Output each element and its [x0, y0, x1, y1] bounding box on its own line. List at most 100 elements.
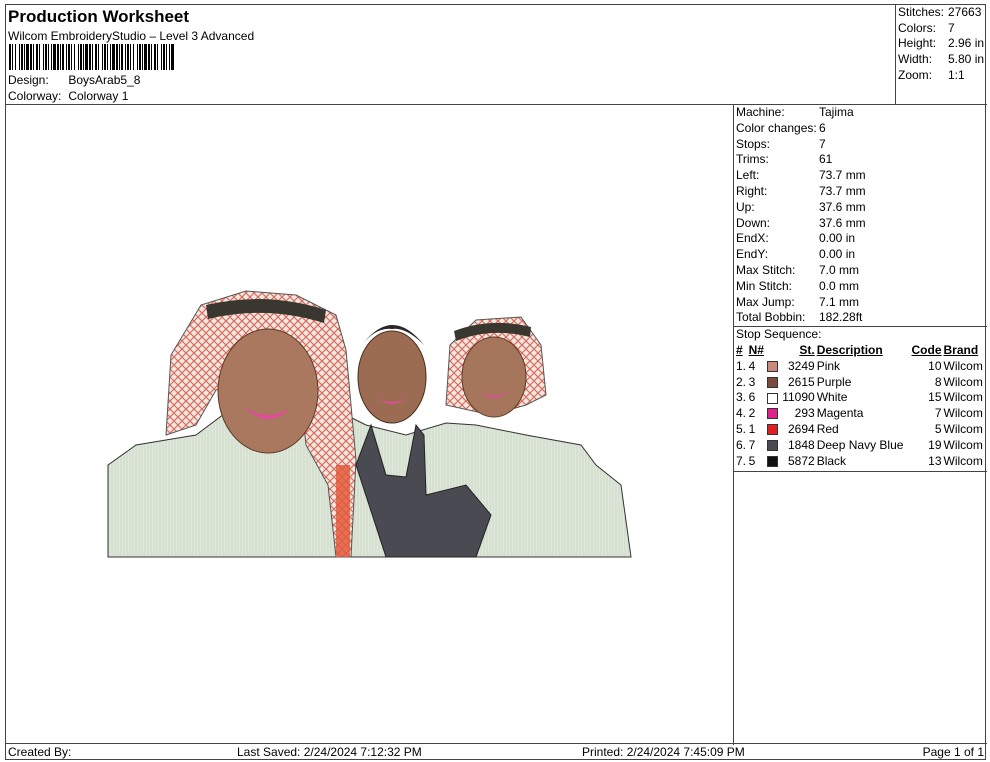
stat-label: Stitches:: [898, 5, 945, 19]
col-header-n: N#: [748, 342, 764, 357]
info-row: EndY: 0.00 in: [734, 247, 987, 263]
stat-row: Width: 5.80 in: [896, 52, 987, 68]
design-line: Design: BoysArab5_8: [8, 73, 140, 87]
table-divider: [734, 471, 987, 473]
info-label: Color changes:: [736, 120, 817, 135]
stat-label: Width:: [898, 52, 933, 67]
info-value: 73.7 mm: [819, 183, 866, 198]
row-num: 2.: [736, 374, 747, 389]
info-label: Down:: [736, 215, 771, 230]
needle-number: 2: [748, 406, 756, 421]
needle-number: 5: [748, 453, 756, 468]
info-value: 7: [819, 136, 826, 151]
info-label: Trims:: [736, 152, 769, 167]
info-row: Up: 37.6 mm: [734, 200, 987, 216]
info-label: Stops:: [736, 136, 771, 151]
thread-brand: Wilcom: [943, 421, 983, 436]
info-row: Down: 37.6 mm: [734, 216, 987, 232]
info-label: Max Stitch:: [736, 262, 796, 277]
stat-label: Height:: [898, 36, 937, 51]
worksheet-footer: Created By: Last Saved: 2/24/2024 7:12:3…: [6, 743, 987, 759]
info-label: Right:: [736, 183, 768, 198]
needle-number: 7: [748, 437, 756, 452]
design-stats: Stitches: 27663 Colors: 7 Height: 2.96 in W…: [896, 5, 987, 105]
info-value: 73.7 mm: [819, 168, 866, 183]
stop-sequence-row: 5. 1 2694 Red 5 Wilcom: [735, 422, 986, 438]
stitch-count: 2694: [788, 421, 815, 436]
worksheet-header: Production Worksheet Wilcom EmbroiderySt…: [6, 5, 896, 105]
design-label: Design:: [8, 73, 49, 87]
stitch-count: 2615: [788, 374, 815, 389]
stop-sequence-row: 2. 3 2615 Purple 8 Wilcom: [735, 375, 986, 391]
row-num: 4.: [736, 406, 747, 421]
info-value: 182.28ft: [819, 310, 863, 325]
info-row: EndX: 0.00 in: [734, 231, 987, 247]
page-title: Production Worksheet: [8, 7, 190, 26]
thread-brand: Wilcom: [943, 437, 983, 452]
stop-sequence-header: # N# St. Description Code Brand: [735, 343, 986, 359]
machine-info-panel: Machine: Tajima Color changes: 6 Stops: 7 T…: [734, 105, 987, 745]
info-row: Max Jump: 7.1 mm: [734, 295, 987, 311]
thread-color-swatch: [766, 424, 778, 436]
info-value: 6: [819, 120, 826, 135]
stop-sequence-table: # N# St. Description Code Brand 1. 4 3249 P…: [735, 343, 986, 469]
info-row: Trims: 61: [734, 152, 987, 168]
info-value: 0.00 in: [819, 247, 856, 262]
color-description: Black: [816, 453, 847, 468]
info-row: Right: 73.7 mm: [734, 184, 987, 200]
stitch-count: 3249: [788, 358, 815, 373]
stat-row: Colors: 7: [896, 21, 987, 37]
last-saved: Last Saved: 2/24/2024 7:12:32 PM: [237, 745, 422, 759]
needle-number: 4: [748, 358, 756, 373]
col-header-description: Description: [816, 342, 883, 357]
info-row: Total Bobbin: 182.28ft: [734, 310, 987, 326]
color-description: Deep Navy Blue: [816, 437, 904, 452]
color-code: 10: [928, 358, 942, 373]
info-row: Left: 73.7 mm: [734, 168, 987, 184]
colorway-label: Colorway:: [8, 89, 62, 103]
color-code: 13: [928, 453, 942, 468]
thread-brand: Wilcom: [943, 374, 983, 389]
info-label: Total Bobbin:: [736, 310, 806, 325]
row-num: 3.: [736, 390, 747, 405]
row-num: 5.: [736, 421, 747, 436]
color-description: Red: [816, 421, 839, 436]
thread-brand: Wilcom: [943, 358, 983, 373]
info-label: EndY:: [736, 247, 769, 262]
stat-value: 7: [948, 20, 955, 35]
col-header-brand: Brand: [943, 342, 979, 357]
info-value: 7.0 mm: [819, 262, 860, 277]
info-label: Min Stitch:: [736, 278, 793, 293]
thread-color-swatch: [766, 440, 778, 452]
info-row: Min Stitch: 0.0 mm: [734, 279, 987, 295]
color-swatch: [766, 406, 780, 422]
row-num: 7.: [736, 453, 747, 468]
color-swatch: [766, 422, 780, 438]
thread-color-swatch: [766, 408, 778, 420]
color-swatch: [766, 375, 780, 391]
needle-number: 1: [748, 421, 756, 436]
color-code: 5: [934, 421, 942, 436]
stop-sequence-row: 3. 6 11090 White 15 Wilcom: [735, 390, 986, 406]
stop-sequence-row: 7. 5 5872 Black 13 Wilcom: [735, 454, 986, 470]
info-value: Tajima: [819, 105, 854, 119]
info-value: 7.1 mm: [819, 294, 860, 309]
color-code: 15: [928, 390, 942, 405]
info-label: Machine:: [736, 105, 785, 119]
stat-value: 27663: [948, 5, 982, 19]
info-value: 37.6 mm: [819, 215, 866, 230]
info-label: Left:: [736, 168, 760, 183]
info-label: Max Jump:: [736, 294, 795, 309]
stat-row: Stitches: 27663: [896, 5, 987, 21]
colorway-value: Colorway 1: [68, 89, 129, 103]
info-value: 0.0 mm: [819, 278, 860, 293]
stop-sequence-row: 6. 7 1848 Deep Navy Blue 19 Wilcom: [735, 438, 986, 454]
color-description: Purple: [816, 374, 852, 389]
software-name: Wilcom EmbroideryStudio – Level 3 Advanc…: [8, 29, 255, 43]
thread-color-swatch: [766, 392, 778, 404]
stop-sequence-title: Stop Sequence:: [734, 326, 987, 343]
needle-number: 3: [748, 374, 756, 389]
thread-brand: Wilcom: [943, 406, 983, 421]
row-num: 6.: [736, 437, 747, 452]
color-code: 8: [934, 374, 942, 389]
